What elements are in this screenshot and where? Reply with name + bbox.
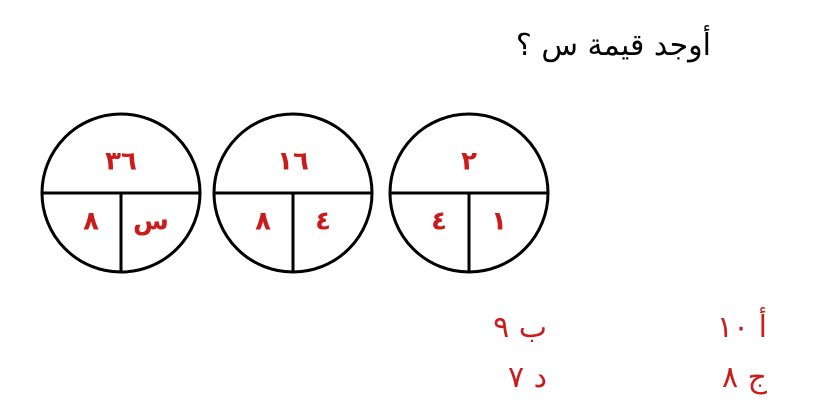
choice-b[interactable]: ب ٩: [493, 310, 547, 345]
circle-2-bottom-right-number: ٤: [315, 207, 331, 237]
circle-2: ١٦ ٨ ٤: [212, 112, 374, 274]
circle-3: ٢ ٤ ١: [388, 112, 550, 274]
circle-2-top-number: ١٦: [277, 147, 309, 177]
circle-3-bottom-right-number: ١: [491, 207, 507, 237]
number-circles-figure: ٣٦ ٨ س ١٦ ٨ ٤ ٢ ٤ ١: [40, 112, 550, 274]
choice-d[interactable]: د ٧: [508, 360, 547, 395]
circle-3-bottom-left-number: ٤: [431, 207, 447, 237]
circle-2-bottom-left-number: ٨: [255, 207, 271, 237]
circle-3-top-number: ٢: [461, 147, 477, 177]
choice-a[interactable]: أ ١٠: [717, 310, 767, 345]
circle-1-bottom-left-number: ٨: [83, 207, 99, 237]
circle-1-top-number: ٣٦: [105, 147, 137, 177]
circle-1: ٣٦ ٨ س: [40, 112, 202, 274]
choice-c[interactable]: ج ٨: [722, 360, 767, 395]
circle-1-bottom-right-number: س: [133, 207, 169, 237]
